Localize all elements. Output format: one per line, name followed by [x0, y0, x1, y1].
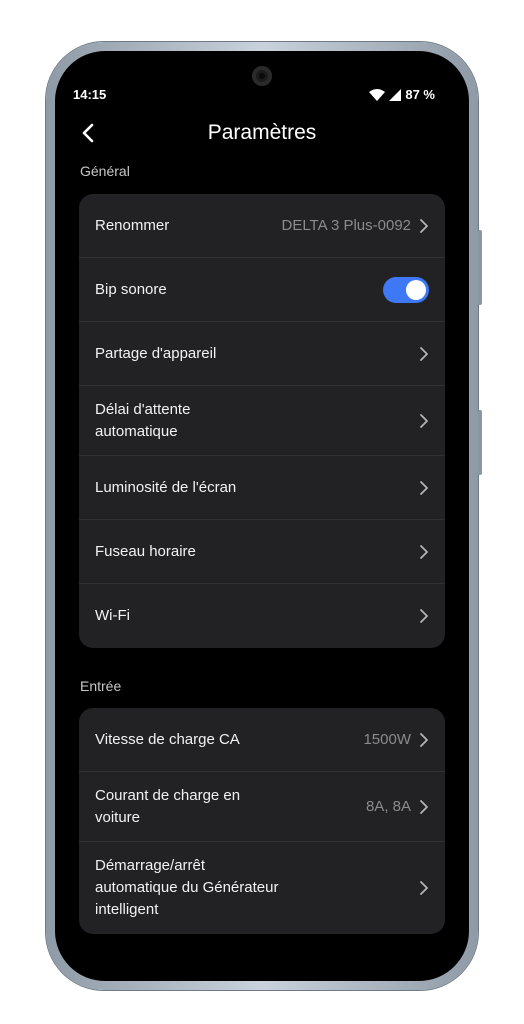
setting-timezone[interactable]: Fuseau horaire [79, 520, 445, 584]
setting-smart-generator[interactable]: Démarrage/arrêt automatique du Générateu… [79, 842, 445, 934]
status-time: 14:15 [73, 87, 107, 102]
setting-wifi[interactable]: Wi-Fi [79, 584, 445, 648]
setting-car-charge-current[interactable]: Courant de charge en voiture 8A, 8A [79, 772, 445, 842]
setting-label: Vitesse de charge CA [95, 730, 240, 748]
wifi-icon [369, 88, 386, 101]
setting-value: 8A, 8A [365, 798, 411, 815]
chevron-right-icon [420, 346, 428, 361]
setting-ac-charge-speed[interactable]: Vitesse de charge CA 1500W [79, 708, 445, 772]
setting-label: Renommer [95, 216, 170, 234]
setting-label: Démarrage/arrêt automatique du Générateu… [95, 857, 279, 918]
setting-label: Wi-Fi [95, 607, 130, 624]
chevron-right-icon [420, 544, 428, 559]
chevron-right-icon [420, 609, 428, 623]
section-label-general: Général [80, 163, 130, 179]
setting-beep: Bip sonore [79, 258, 445, 322]
beep-toggle[interactable] [383, 276, 429, 303]
page-title: Paramètres [207, 121, 317, 144]
setting-value: 1500W [363, 731, 411, 748]
section-label-input: Entrée [80, 678, 122, 694]
chevron-right-icon [420, 881, 428, 895]
setting-rename[interactable]: Renommer DELTA 3 Plus-0092 [79, 194, 445, 258]
signal-icon [389, 88, 402, 101]
volume-button [478, 230, 482, 305]
battery-percentage: 87 % [405, 87, 435, 102]
power-button [478, 410, 482, 475]
general-settings-card: Renommer DELTA 3 Plus-0092 Bip sonore Pa… [79, 194, 445, 648]
setting-label: Courant de charge en voiture [95, 786, 241, 826]
setting-auto-timeout[interactable]: Délai d'attente automatique [79, 386, 445, 456]
setting-label: Délai d'attente automatique [95, 400, 191, 440]
chevron-right-icon [420, 732, 428, 747]
setting-value: DELTA 3 Plus-0092 [281, 217, 411, 234]
chevron-right-icon [420, 413, 428, 428]
status-icons: 87 % [369, 87, 435, 102]
camera-icon [252, 66, 272, 86]
setting-screen-brightness[interactable]: Luminosité de l'écran [79, 456, 445, 520]
setting-label: Luminosité de l'écran [95, 478, 237, 496]
setting-label: Partage d'appareil [95, 344, 217, 362]
input-settings-card: Vitesse de charge CA 1500W Courant de ch… [79, 708, 445, 934]
chevron-right-icon [420, 480, 428, 495]
setting-label: Bip sonore [95, 280, 167, 298]
setting-label: Fuseau horaire [95, 542, 196, 560]
chevron-right-icon [420, 218, 428, 233]
screen: 14:15 87 % Paramètres Général Renommer D… [55, 51, 469, 981]
chevron-right-icon [420, 799, 428, 814]
setting-device-sharing[interactable]: Partage d'appareil [79, 322, 445, 386]
